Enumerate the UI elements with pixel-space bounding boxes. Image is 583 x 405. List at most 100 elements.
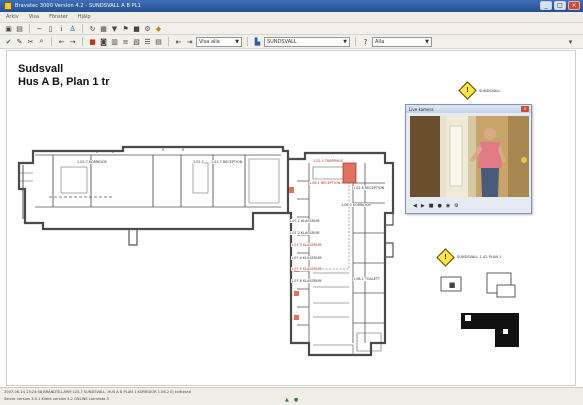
chevron-down-icon: ▼ <box>343 38 347 45</box>
view-toolbar: ✔ ✎ ✂ ⌕ ← → ■ ◙ ▥ ≡ ▧ ☰ ▤ ⇤ ⇥ Visa alla … <box>0 35 583 49</box>
arrow-right-icon[interactable]: ⇥ <box>185 37 194 46</box>
play-icon[interactable]: ▶ <box>421 203 425 209</box>
table-icon[interactable]: ▤ <box>154 37 163 46</box>
menu-bar: Arkiv Visa Fönster Hjälp <box>0 12 583 23</box>
back-icon[interactable]: ← <box>57 37 66 46</box>
location-combo[interactable]: SUNDSVALL ▼ <box>264 36 350 47</box>
snapshot-icon[interactable]: ◉ <box>446 203 450 209</box>
exclamation-icon: ! <box>466 87 469 94</box>
person-icon[interactable]: ♙ <box>68 24 77 33</box>
menu-arkiv[interactable]: Arkiv <box>6 14 19 20</box>
network-icon: ▲ <box>285 397 289 403</box>
view-combo[interactable]: Visa alla ▼ <box>196 36 242 47</box>
toolbar-separator <box>51 37 52 46</box>
image-icon[interactable]: ▧ <box>132 37 141 46</box>
room-label[interactable]: 1.07.1 KLASSRUM <box>289 219 320 223</box>
save-icon[interactable]: ▣ <box>4 24 13 33</box>
forward-icon[interactable]: → <box>68 37 77 46</box>
room-label[interactable]: 1.01.7 RECEPTION <box>211 160 243 164</box>
room-label[interactable]: 1.02.2 <box>193 160 204 164</box>
menu-fonster[interactable]: Fönster <box>49 14 68 20</box>
camera-video-feed <box>410 116 529 197</box>
page-icon[interactable]: ▯ <box>46 24 55 33</box>
toolbar-separator <box>168 37 169 46</box>
options-icon[interactable]: ▾ <box>566 37 575 46</box>
chevron-down-icon: ▼ <box>235 38 239 45</box>
lock-icon[interactable]: ■ <box>132 24 141 33</box>
room-label[interactable]: 1.07.6 KLASSRUM <box>291 279 322 283</box>
room-label[interactable]: 1.08.1 TOALETT <box>353 277 380 281</box>
refresh-icon[interactable]: ↻ <box>88 24 97 33</box>
toolbar-separator <box>355 37 356 46</box>
cut-icon[interactable]: ✂ <box>26 37 35 46</box>
flag-icon[interactable]: ⚑ <box>121 24 130 33</box>
stop-icon[interactable]: ■ <box>429 203 434 209</box>
room-label[interactable]: 1.02.1 TRAPPHUS <box>313 159 343 163</box>
camera-title-bar[interactable]: Live kamera × <box>406 105 531 113</box>
bell-icon[interactable]: ◆ <box>154 24 163 33</box>
chevron-down-icon: ▼ <box>425 38 429 45</box>
camera-title: Live kamera <box>409 106 434 112</box>
room-label[interactable]: 1.07.4 KLASSRUM <box>291 256 322 260</box>
room-label[interactable]: 1.07.3 KLASSRUM <box>291 243 322 247</box>
room-label[interactable]: 1.07.2 KLASSRUM <box>289 231 320 235</box>
print-icon[interactable]: ▤ <box>15 24 24 33</box>
settings-icon[interactable]: ⚙ <box>143 24 152 33</box>
room-label[interactable]: 1.06.1 RECEPTION <box>309 181 341 185</box>
list-icon[interactable]: ☰ <box>143 37 152 46</box>
close-button[interactable]: × <box>568 1 580 10</box>
alarm-status-text[interactable]: 2007-06-14 13:24:08 BRÄNDTILLARM L03-7 S… <box>4 390 191 394</box>
room-label[interactable]: 1.07.5 KLASSRUM <box>291 267 322 271</box>
check-icon[interactable]: ✔ <box>4 37 13 46</box>
building-icon[interactable]: ▙ <box>253 37 262 46</box>
page-title: Sudsvall Hus A B, Plan 1 tr <box>18 63 109 89</box>
camera-icon[interactable]: ◙ <box>99 37 108 46</box>
alarm-location-label: SUNDSVALL 1.02 PLAN 1 <box>457 255 502 259</box>
menu-hjalp[interactable]: Hjälp <box>78 14 91 20</box>
toolbar-separator <box>247 37 248 46</box>
help-icon[interactable]: ? <box>361 37 370 46</box>
info-icon[interactable]: ⅰ <box>57 24 66 33</box>
status-icons: ▲ ● <box>285 397 298 403</box>
alarm-icon[interactable]: ■ <box>88 37 97 46</box>
filter-combo-value: Alla <box>375 38 385 45</box>
toolbar-separator <box>82 24 83 33</box>
room-label[interactable]: 1.06.2 KORRIDOR <box>341 203 371 207</box>
camera-settings-icon[interactable]: ⚙ <box>454 203 458 209</box>
layers-icon[interactable]: ▦ <box>99 24 108 33</box>
floorplan-canvas[interactable]: Sudsvall Hus A B, Plan 1 tr ⬛ 1.02.1 TRA… <box>6 50 576 386</box>
status-bar: 2007-06-14 13:24:08 BRÄNDTILLARM L03-7 S… <box>0 387 583 405</box>
filter-combo[interactable]: Alla ▼ <box>372 36 432 47</box>
room-label[interactable]: 1.02.7 KORRIDOR <box>77 160 107 164</box>
app-icon <box>4 2 12 10</box>
toolbar-separator <box>82 37 83 46</box>
connection-status-text: Server version 3.0.1 Klient version 4.2 … <box>4 397 109 401</box>
window-controls: _ □ × <box>540 1 580 10</box>
pencil-icon[interactable]: ✎ <box>15 37 24 46</box>
zoom-icon[interactable]: ⌕ <box>37 37 46 46</box>
menu-visa[interactable]: Visa <box>29 14 39 20</box>
maximize-button[interactable]: □ <box>554 1 566 10</box>
title-bar: Bravatec 3000 Version 4.2 - SUNDSVALL A … <box>0 0 583 12</box>
room-label[interactable]: 1.02.8 RECEPTION <box>353 186 385 190</box>
floor-name: Hus A B, Plan 1 tr <box>18 76 110 88</box>
svg-text:⬛: ⬛ <box>449 282 455 289</box>
exclamation-icon: ! <box>444 254 447 261</box>
site-name: Sudsvall <box>18 63 64 75</box>
window-title: Bravatec 3000 Version 4.2 - SUNDSVALL A … <box>15 3 141 9</box>
minimize-button[interactable]: _ <box>540 1 552 10</box>
arrow-left-icon[interactable]: ⇤ <box>174 37 183 46</box>
main-toolbar: ▣ ▤ − ▯ ⅰ ♙ ↻ ▦ ▼ ⚑ ■ ⚙ ◆ <box>0 23 583 35</box>
filter-icon[interactable]: ▼ <box>110 24 119 33</box>
location-combo-value: SUNDSVALL <box>267 38 297 45</box>
camera-window[interactable]: Live kamera × ◀ ▶ ■ ● ◉ ⚙ <box>405 104 532 214</box>
close-icon[interactable]: × <box>521 106 529 112</box>
grid-icon[interactable]: ▥ <box>110 37 119 46</box>
minus-icon[interactable]: − <box>35 24 44 33</box>
bars-icon[interactable]: ≡ <box>121 37 130 46</box>
rewind-icon[interactable]: ◀ <box>413 203 417 209</box>
camera-controls: ◀ ▶ ■ ● ◉ ⚙ <box>410 201 529 210</box>
alarm-location-label: SUNDSVALL <box>479 89 501 93</box>
record-icon[interactable]: ● <box>437 203 441 209</box>
alarm-room[interactable] <box>342 162 357 184</box>
